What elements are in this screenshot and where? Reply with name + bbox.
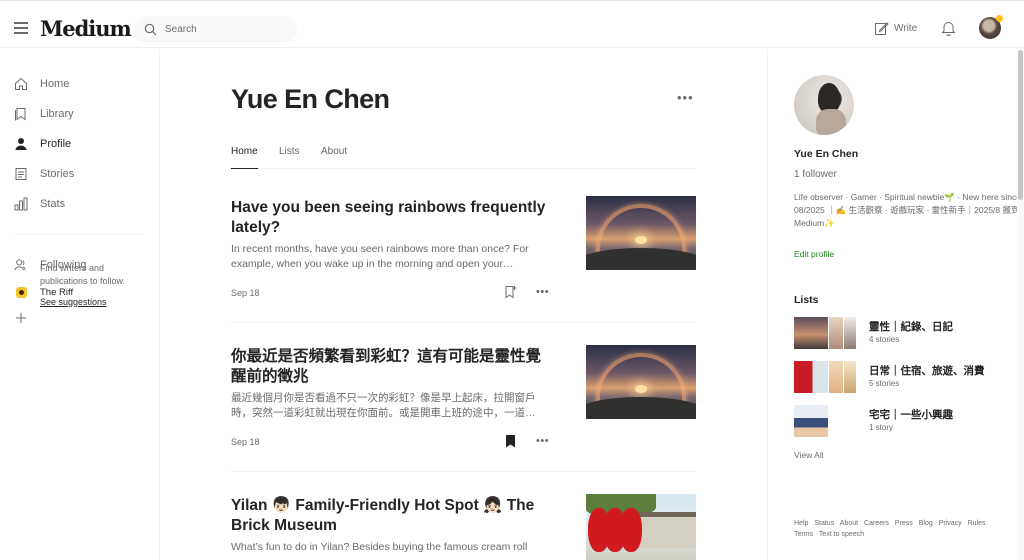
sidebar-item-library[interactable]: Library xyxy=(14,107,74,121)
sidebar-item-label: Stories xyxy=(40,168,75,180)
article-more-icon[interactable]: ••• xyxy=(536,286,549,298)
menu-icon[interactable] xyxy=(14,22,28,34)
article-date: Sep 18 xyxy=(231,288,260,298)
list-item[interactable]: 日常｜住宿、旅遊、消費 5 stories xyxy=(794,361,1019,395)
top-bar: Medium Write xyxy=(0,0,1024,48)
write-icon xyxy=(875,22,889,35)
document-icon xyxy=(14,167,28,181)
tab-lists[interactable]: Lists xyxy=(279,146,300,169)
the-riff-logo-icon xyxy=(14,285,28,299)
sidebar-item-stories[interactable]: Stories xyxy=(14,167,74,181)
list-count: 5 stories xyxy=(869,379,900,388)
user-avatar[interactable] xyxy=(979,15,1003,39)
list-thumbnail xyxy=(794,361,856,393)
sidebar-item-profile[interactable]: Profile xyxy=(14,137,71,151)
more-options-icon[interactable]: ••• xyxy=(677,90,694,105)
profile-avatar[interactable] xyxy=(794,75,854,135)
brick-museum-image xyxy=(586,494,696,560)
article-title[interactable]: Have you been seeing rainbows frequently… xyxy=(231,198,553,238)
find-writers-text: Find writers and publications to follow. xyxy=(40,263,126,286)
profile-tabs: Home Lists About xyxy=(231,138,696,169)
tab-home[interactable]: Home xyxy=(231,146,258,169)
rainbow-image xyxy=(586,345,696,419)
scrollbar-thumb[interactable] xyxy=(1018,50,1023,200)
plus-icon-row xyxy=(14,311,28,325)
edit-profile-link[interactable]: Edit profile xyxy=(794,249,834,259)
sidebar-divider xyxy=(14,234,144,235)
profile-bio: Life observer · Gamer · Spiritual newbie… xyxy=(794,192,1021,228)
footer-link-rules[interactable]: Rules xyxy=(968,520,986,527)
page-title: Yue En Chen xyxy=(231,84,390,114)
write-label: Write xyxy=(894,23,918,34)
sidebar-item-label: Home xyxy=(40,78,70,90)
list-item[interactable]: 宅宅｜一些小興趣 1 story xyxy=(794,405,1019,439)
list-title: 宅宅｜一些小興趣 xyxy=(869,409,953,421)
plus-icon xyxy=(14,311,28,325)
lists-heading: Lists xyxy=(794,294,819,306)
footer-link-press[interactable]: Press xyxy=(895,520,913,527)
footer-link-help[interactable]: Help xyxy=(794,520,808,527)
search-icon xyxy=(144,23,157,36)
follower-count[interactable]: 1 follower xyxy=(794,169,837,180)
sidebar-item-stats[interactable]: Stats xyxy=(14,197,65,211)
bookmark-add-icon[interactable] xyxy=(504,285,517,299)
people-icon xyxy=(14,258,28,272)
bookmark-icon xyxy=(14,107,28,121)
article-title[interactable]: Yilan 👦🏻 Family-Friendly Hot Spot 👧🏻 The… xyxy=(231,496,553,536)
sidebar-item-label: Library xyxy=(40,108,74,120)
person-icon xyxy=(14,137,28,151)
footer-link-blog[interactable]: Blog xyxy=(919,520,933,527)
article-divider xyxy=(231,471,696,472)
list-count: 1 story xyxy=(869,423,894,432)
view-all-lists-link[interactable]: View All xyxy=(794,450,824,460)
list-title: 靈性｜紀錄、日記 xyxy=(869,321,953,333)
article-thumbnail[interactable] xyxy=(586,494,696,560)
list-item[interactable]: 靈性｜紀錄、日記 4 stories xyxy=(794,317,1019,351)
article-date: Sep 18 xyxy=(231,437,260,447)
rainbow-image xyxy=(586,196,696,270)
profile-name: Yue En Chen xyxy=(794,148,859,160)
article-subtitle: What’s fun to do in Yilan? Besides buyin… xyxy=(231,541,528,553)
home-icon xyxy=(14,77,28,91)
sidebar-item-home[interactable]: Home xyxy=(14,77,69,91)
scrollbar[interactable] xyxy=(1017,48,1024,560)
tab-about[interactable]: About xyxy=(321,146,347,169)
sidebar-item-label: Profile xyxy=(40,138,72,150)
article-thumbnail[interactable] xyxy=(586,196,696,270)
notification-bell-icon[interactable] xyxy=(941,20,956,36)
list-count: 4 stories xyxy=(869,335,900,344)
bar-chart-icon xyxy=(14,197,28,211)
sidebar-item-label: Stats xyxy=(40,198,66,210)
article-subtitle: In recent months, have you seen rainbows… xyxy=(231,243,529,270)
footer-link-status[interactable]: Status xyxy=(814,520,834,527)
article-divider xyxy=(231,322,696,323)
medium-logo[interactable]: Medium xyxy=(40,16,132,41)
article-subtitle: 最近幾個月你是否看過不只一次的彩虹？像是早上起床，拉開窗戶時，突然一道彩虹就出現… xyxy=(231,392,536,419)
article-thumbnail[interactable] xyxy=(586,345,696,419)
see-suggestions-link[interactable]: See suggestions xyxy=(40,297,107,307)
list-thumbnail xyxy=(794,317,856,349)
list-thumbnail xyxy=(794,405,856,437)
search-input[interactable] xyxy=(165,21,285,38)
bookmark-saved-icon[interactable] xyxy=(504,434,517,448)
article-title[interactable]: 你最近是否頻繁看到彩虹？這有可能是靈性覺醒前的徵兆 xyxy=(231,347,553,387)
footer-link-privacy[interactable]: Privacy xyxy=(939,520,962,527)
article-more-icon[interactable]: ••• xyxy=(536,435,549,447)
sidebar-item-label: The Riff xyxy=(40,286,74,298)
footer-link-about[interactable]: About xyxy=(840,520,858,527)
footer-link-careers[interactable]: Careers xyxy=(864,520,889,527)
footer-link-terms[interactable]: Terms xyxy=(794,531,813,538)
footer-links: Help Status About Careers Press Blog Pri… xyxy=(794,518,994,540)
search-box[interactable] xyxy=(134,16,297,43)
write-button[interactable]: Write xyxy=(874,21,917,36)
footer-link-text-to-speech[interactable]: Text to speech xyxy=(819,531,864,538)
list-title: 日常｜住宿、旅遊、消費 xyxy=(869,365,985,377)
